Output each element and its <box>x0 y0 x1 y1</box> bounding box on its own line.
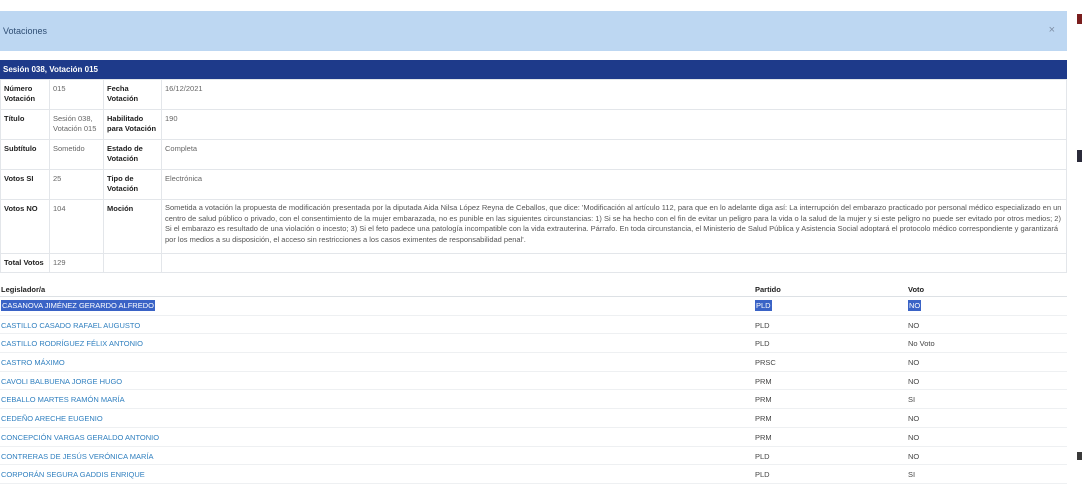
titulo-label: Título <box>0 109 50 140</box>
col-legislador: Legislador/a <box>1 285 46 294</box>
vote-info-table: Número Votación 015 Fecha Votación 16/12… <box>0 79 1067 273</box>
habilitado-value: 190 <box>161 109 1067 140</box>
party-cell: PLD <box>755 300 772 311</box>
party-cell: PLD <box>755 339 770 349</box>
table-row[interactable]: CONCEPCIÓN VARGAS GERALDO ANTONIO PRM NO <box>0 428 1067 447</box>
estado-label: Estado de Votación <box>103 139 162 170</box>
party-cell: PLD <box>755 320 770 330</box>
table-row[interactable]: CEDEÑO ARECHE EUGENIO PRM NO <box>0 409 1067 428</box>
vote-cell: NO <box>908 376 920 386</box>
total-votos-label: Total Votos <box>0 253 50 273</box>
vote-cell: NO <box>908 300 922 311</box>
empty-cell <box>103 253 162 273</box>
vote-cell: NO <box>908 358 920 368</box>
legislator-name-link[interactable]: CEBALLO MARTES RAMÓN MARÍA <box>1 395 125 404</box>
fecha-label: Fecha Votación <box>103 79 162 110</box>
modal-header: Votaciones × <box>0 11 1067 51</box>
party-cell: PLD <box>755 451 770 461</box>
party-cell: PRM <box>755 432 772 442</box>
subtitulo-value: Sometido <box>49 139 104 170</box>
col-partido: Partido <box>755 285 781 294</box>
votos-no-label: Votos NO <box>0 199 50 254</box>
tipo-label: Tipo de Votación <box>103 169 162 200</box>
mocion-value: Sometida a votación la propuesta de modi… <box>161 199 1067 254</box>
table-row[interactable]: CASTRO MÁXIMO PRSC NO <box>0 353 1067 372</box>
votos-no-value: 104 <box>49 199 104 254</box>
party-cell: PRM <box>755 395 772 405</box>
legislator-name-link[interactable]: CONCEPCIÓN VARGAS GERALDO ANTONIO <box>1 433 159 442</box>
table-row[interactable]: CONTRERAS DE JESÚS VERÓNICA MARÍA PLD NO <box>0 447 1067 466</box>
fecha-value: 16/12/2021 <box>161 79 1067 110</box>
legislator-name-link[interactable]: CASTILLO CASADO RAFAEL AUGUSTO <box>1 321 140 330</box>
vote-cell: NO <box>908 414 920 424</box>
mocion-label: Moción <box>103 199 162 254</box>
session-vote-title: Sesión 038, Votación 015 <box>3 65 99 74</box>
habilitado-label: Habilitado para Votación <box>103 109 162 140</box>
table-row[interactable]: CEBALLO MARTES RAMÓN MARÍA PRM SI <box>0 390 1067 410</box>
background-window-edge <box>1077 150 1082 162</box>
estado-value: Completa <box>161 139 1067 170</box>
legislator-name-link[interactable]: CEDEÑO ARECHE EUGENIO <box>1 414 103 423</box>
legislator-name-link[interactable]: CAVOLI BALBUENA JORGE HUGO <box>1 377 122 386</box>
party-cell: PRM <box>755 376 772 386</box>
vote-cell: NO <box>908 320 920 330</box>
votos-si-value: 25 <box>49 169 104 200</box>
tipo-value: Electrónica <box>161 169 1067 200</box>
votos-si-label: Votos SI <box>0 169 50 200</box>
background-window-edge <box>1077 452 1082 460</box>
party-cell: PRM <box>755 414 772 424</box>
legislator-name-link[interactable]: CASTRO MÁXIMO <box>1 358 65 367</box>
col-voto: Voto <box>908 285 925 294</box>
vote-cell: SI <box>908 395 916 405</box>
legislator-name-link[interactable]: CASANOVA JIMÉNEZ GERARDO ALFREDO <box>1 300 155 311</box>
party-cell: PRSC <box>755 358 776 368</box>
close-icon[interactable]: × <box>1049 24 1055 36</box>
numero-value: 015 <box>49 79 104 110</box>
table-row[interactable]: CASTILLO CASADO RAFAEL AUGUSTO PLD NO <box>0 316 1067 335</box>
total-votos-value: 129 <box>49 253 104 273</box>
vote-cell: No Voto <box>908 339 935 349</box>
table-row[interactable]: CASANOVA JIMÉNEZ GERARDO ALFREDO PLD NO <box>0 297 1067 316</box>
vote-cell: NO <box>908 432 920 442</box>
table-row[interactable]: CAVOLI BALBUENA JORGE HUGO PRM NO <box>0 372 1067 391</box>
legislator-name-link[interactable]: CONTRERAS DE JESÚS VERÓNICA MARÍA <box>1 452 154 461</box>
numero-label: Número Votación <box>0 79 50 110</box>
background-window-edge <box>1077 14 1082 24</box>
titulo-value: Sesión 038, Votación 015 <box>49 109 104 140</box>
legislator-name-link[interactable]: CASTILLO RODRÍGUEZ FÉLIX ANTONIO <box>1 339 143 348</box>
table-row[interactable]: CORPORÁN SEGURA GADDIS ENRIQUE PLD SI <box>0 465 1067 484</box>
legislators-header: Legislador/a Partido Voto <box>0 281 1067 297</box>
session-vote-band: Sesión 038, Votación 015 <box>0 60 1067 79</box>
empty-cell <box>161 253 1067 273</box>
subtitulo-label: Subtítulo <box>0 139 50 170</box>
modal-title: Votaciones <box>3 26 48 36</box>
table-row[interactable]: CASTILLO RODRÍGUEZ FÉLIX ANTONIO PLD No … <box>0 334 1067 354</box>
legislators-list: CASANOVA JIMÉNEZ GERARDO ALFREDO PLD NO … <box>0 297 1067 484</box>
vote-cell: NO <box>908 451 920 461</box>
